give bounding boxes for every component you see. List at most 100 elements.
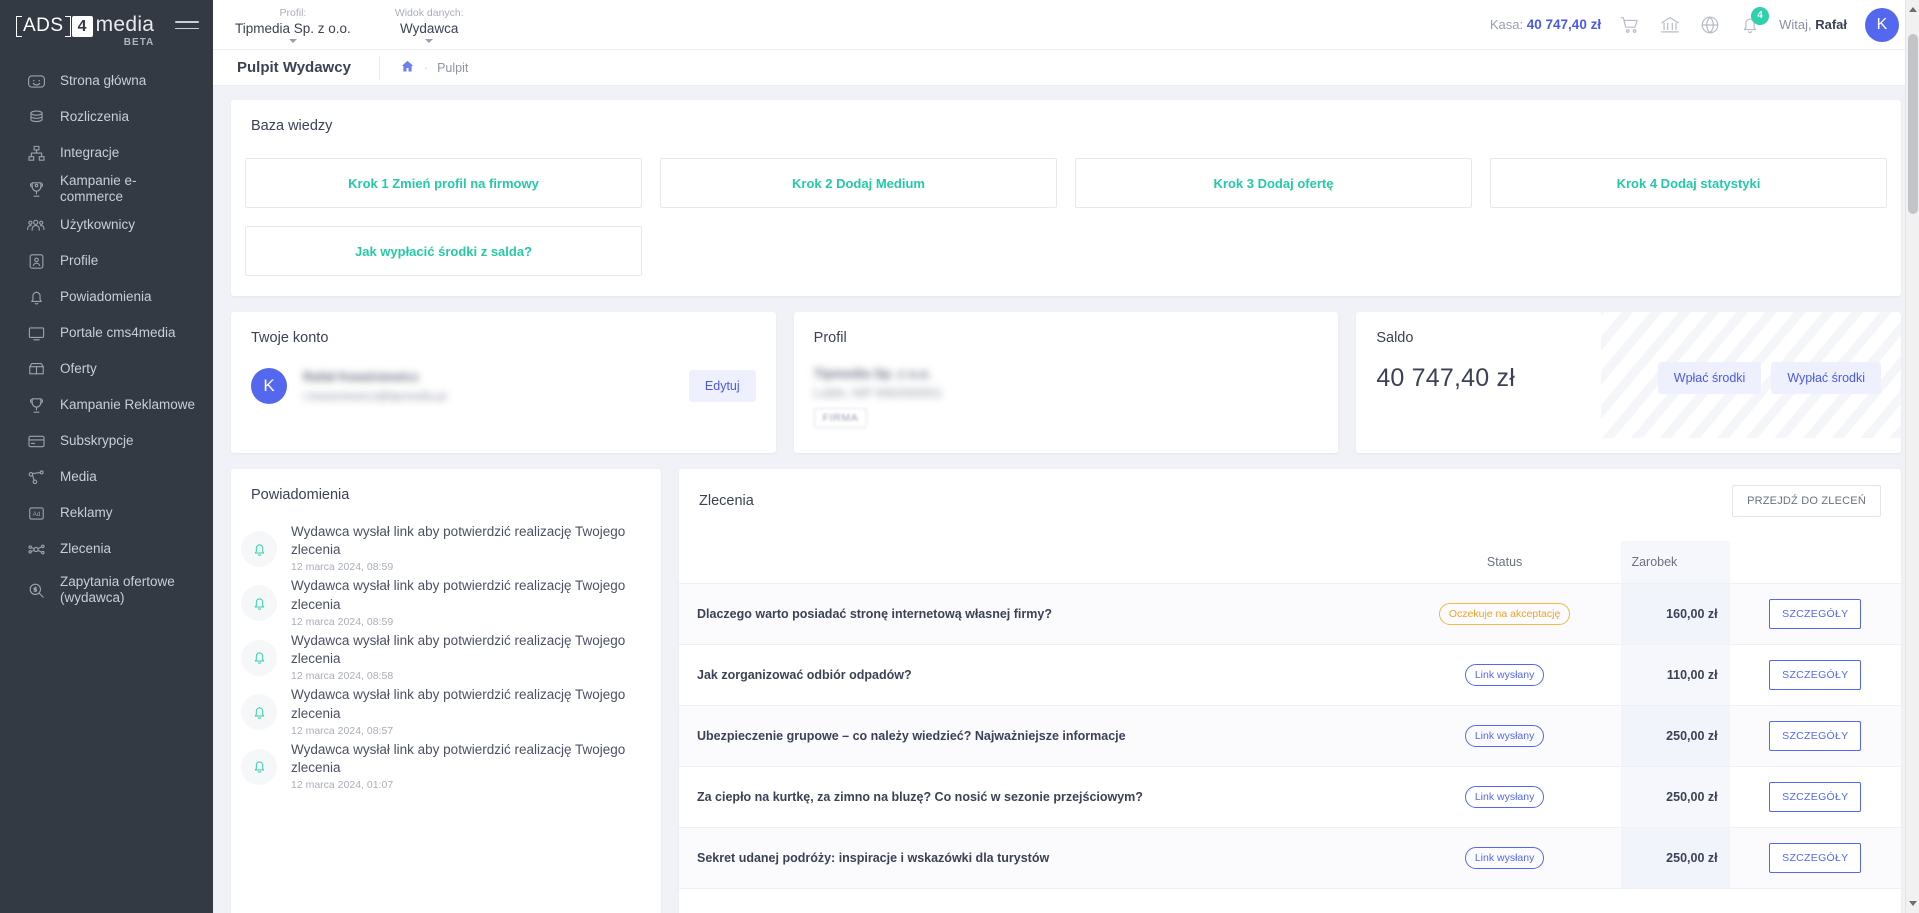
- kb-step-3-button[interactable]: Krok 3 Dodaj ofertę: [1075, 158, 1472, 208]
- table-row[interactable]: Dlaczego warto posiadać stronę interneto…: [679, 583, 1901, 645]
- sidebar-item-label: Powiadomienia: [60, 289, 152, 305]
- topbar: Profil: Tipmedia Sp. z o.o. Widok danych…: [213, 0, 1919, 50]
- sidebar-item-portale-cms4media[interactable]: Portale cms4media: [0, 315, 213, 351]
- sidebar-item-kampanie-reklamowe[interactable]: Kampanie Reklamowe: [0, 387, 213, 423]
- order-title: Za ciepło na kurtkę, za zimno na bluzę? …: [679, 766, 1388, 828]
- scroll-up-arrow-icon[interactable]: [1909, 7, 1917, 12]
- sidebar-item-integracje[interactable]: Integracje: [0, 135, 213, 171]
- notification-text: Wydawca wysłał link aby potwierdzić real…: [291, 632, 626, 667]
- chevron-down-icon: [288, 38, 297, 43]
- status-badge: Link wysłany: [1464, 786, 1545, 808]
- notification-time: 12 marca 2024, 08:59: [291, 615, 394, 628]
- sidebar-item-profile[interactable]: Profile: [0, 243, 213, 279]
- order-earn: 160,00 zł: [1621, 583, 1730, 645]
- hamburger-menu-icon[interactable]: [175, 16, 199, 34]
- bank-icon[interactable]: [1659, 14, 1681, 36]
- sidebar-item-subskrypcje[interactable]: Subskrypcje: [0, 423, 213, 459]
- sidebar-item-powiadomienia[interactable]: Powiadomienia: [0, 279, 213, 315]
- table-row[interactable]: Sekret udanej podróży: inspiracje i wska…: [679, 827, 1901, 889]
- logo-ads-text: ADS: [16, 15, 71, 37]
- home-icon[interactable]: [400, 59, 415, 77]
- goto-orders-button[interactable]: PRZEJDŹ DO ZLECEŃ: [1732, 485, 1881, 517]
- sidebar-item-label: Reklamy: [60, 505, 113, 521]
- breadcrumb-current[interactable]: Pulpit: [437, 61, 468, 75]
- profile-selector[interactable]: Profil: Tipmedia Sp. z o.o.: [213, 0, 373, 50]
- profile-card-body: Tipmedia Sp. z o.o. Lublin, NIP 94625635…: [794, 346, 1339, 428]
- list-item[interactable]: Wydawca wysłał link aby potwierdzić real…: [241, 737, 643, 791]
- table-row[interactable]: Ubezpieczenie grupowe – co należy wiedzi…: [679, 705, 1901, 767]
- sidebar-item-uzytkownicy[interactable]: Użytkownicy: [0, 207, 213, 243]
- list-item[interactable]: Wydawca wysłał link aby potwierdzić real…: [241, 628, 643, 682]
- page-scrollbar[interactable]: [1905, 0, 1919, 913]
- kb-step-4-button[interactable]: Krok 4 Dodaj statystyki: [1490, 158, 1887, 208]
- table-header-row: Status Zarobek: [679, 541, 1901, 584]
- sidebar-item-media[interactable]: Media: [0, 459, 213, 495]
- order-action-cell: SZCZEGÓŁY: [1729, 827, 1901, 889]
- sidebar-item-label: Użytkownicy: [60, 217, 136, 233]
- deposit-button[interactable]: Wpłać środki: [1657, 362, 1762, 394]
- sidebar-item-reklamy[interactable]: Ad Reklamy: [0, 495, 213, 531]
- order-action-cell: SZCZEGÓŁY: [1729, 644, 1901, 706]
- svg-text:Ad: Ad: [32, 510, 40, 517]
- sidebar-item-kampanie-ecommerce[interactable]: Kampanie e-commerce: [0, 171, 213, 207]
- summary-cards-row: Twoje konto K Rafał Kwaśniewicz r.kwasni…: [231, 312, 1901, 453]
- details-button[interactable]: SZCZEGÓŁY: [1769, 843, 1862, 873]
- order-status-cell: Link wysłany: [1387, 644, 1622, 706]
- kb-step-1-button[interactable]: Krok 1 Zmień profil na firmowy: [245, 158, 642, 208]
- bell-icon: [241, 748, 277, 785]
- sidebar-item-strona-glowna[interactable]: Strona główna: [0, 63, 213, 99]
- kasa-value: 40 747,40 zł: [1526, 17, 1602, 32]
- kb-withdraw-help-button[interactable]: Jak wypłacić środki z salda?: [245, 226, 642, 276]
- globe-icon[interactable]: [1699, 14, 1721, 36]
- profile-name: Tipmedia Sp. z o.o.: [813, 366, 932, 381]
- order-status-cell: Link wysłany: [1387, 827, 1622, 889]
- kasa-display: Kasa: 40 747,40 zł: [1490, 17, 1601, 32]
- withdraw-button[interactable]: Wypłać środki: [1771, 362, 1881, 394]
- profile-sub: Lublin, NIP 9462563501: [813, 386, 943, 400]
- notification-body: Wydawca wysłał link aby potwierdzić real…: [291, 523, 643, 573]
- details-button[interactable]: SZCZEGÓŁY: [1769, 721, 1862, 751]
- scrollbar-thumb[interactable]: [1908, 34, 1918, 214]
- dataview-selector-value: Wydawca: [400, 20, 459, 36]
- sidebar-item-oferty[interactable]: Oferty: [0, 351, 213, 387]
- table-row[interactable]: Jak zorganizować odbiór odpadów? Link wy…: [679, 644, 1901, 706]
- search-dollar-icon: [26, 580, 46, 600]
- sidebar-item-label: Subskrypcje: [60, 433, 134, 449]
- kasa-label: Kasa:: [1489, 17, 1524, 32]
- sidebar-nav: Strona główna Rozliczenia Integracje Kam…: [0, 63, 213, 613]
- sidebar-item-label: Kampanie e-commerce: [60, 173, 137, 204]
- app-logo[interactable]: ADS 4 media BETA: [16, 13, 155, 48]
- list-item[interactable]: Wydawca wysłał link aby potwierdzić real…: [241, 682, 643, 737]
- page-title: Pulpit Wydawcy: [237, 59, 351, 76]
- breadcrumb-bar: Pulpit Wydawcy · Pulpit: [213, 50, 1919, 86]
- kb-step-2-button[interactable]: Krok 2 Dodaj Medium: [660, 158, 1057, 208]
- sidebar-item-rozliczenia[interactable]: Rozliczenia: [0, 99, 213, 135]
- main-area: Profil: Tipmedia Sp. z o.o. Widok danych…: [213, 0, 1919, 913]
- details-button[interactable]: SZCZEGÓŁY: [1769, 599, 1862, 629]
- chevron-down-icon: [425, 38, 434, 43]
- dataview-selector[interactable]: Widok danych: Wydawca: [373, 0, 486, 50]
- avatar[interactable]: K: [1865, 7, 1899, 42]
- profile-card-title: Profil: [813, 330, 847, 346]
- details-button[interactable]: SZCZEGÓŁY: [1769, 660, 1862, 690]
- notification-body: Wydawca wysłał link aby potwierdzić real…: [291, 632, 643, 682]
- notification-text: Wydawca wysłał link aby potwierdzić real…: [291, 741, 626, 775]
- account-card-title: Twoje konto: [251, 330, 329, 346]
- cart-icon[interactable]: [1619, 14, 1641, 36]
- table-row[interactable]: Za ciepło na kurtkę, za zimno na bluzę? …: [679, 766, 1901, 828]
- list-item[interactable]: Wydawca wysłał link aby potwierdzić real…: [241, 573, 643, 628]
- notification-time: 12 marca 2024, 01:07: [291, 779, 394, 792]
- list-item[interactable]: Wydawca wysłał link aby potwierdzić real…: [241, 519, 643, 573]
- scroll-down-arrow-icon[interactable]: [1909, 901, 1917, 906]
- sitemap-icon: [26, 143, 46, 163]
- project-diagram-icon: [26, 539, 46, 559]
- logo-media-text: media: [95, 13, 155, 36]
- details-button[interactable]: SZCZEGÓŁY: [1769, 782, 1862, 812]
- sidebar-item-zlecenia[interactable]: Zlecenia: [0, 531, 213, 567]
- bell-icon: [241, 531, 277, 567]
- notification-text: Wydawca wysłał link aby potwierdzić real…: [291, 578, 626, 612]
- notifications-bell-icon[interactable]: 4: [1739, 6, 1770, 36]
- sidebar-item-label: Strona główna: [60, 73, 147, 89]
- edit-account-button[interactable]: Edytuj: [688, 370, 756, 402]
- sidebar-item-zapytania-ofertowe[interactable]: Zapytania ofertowe (wydawca): [0, 567, 213, 613]
